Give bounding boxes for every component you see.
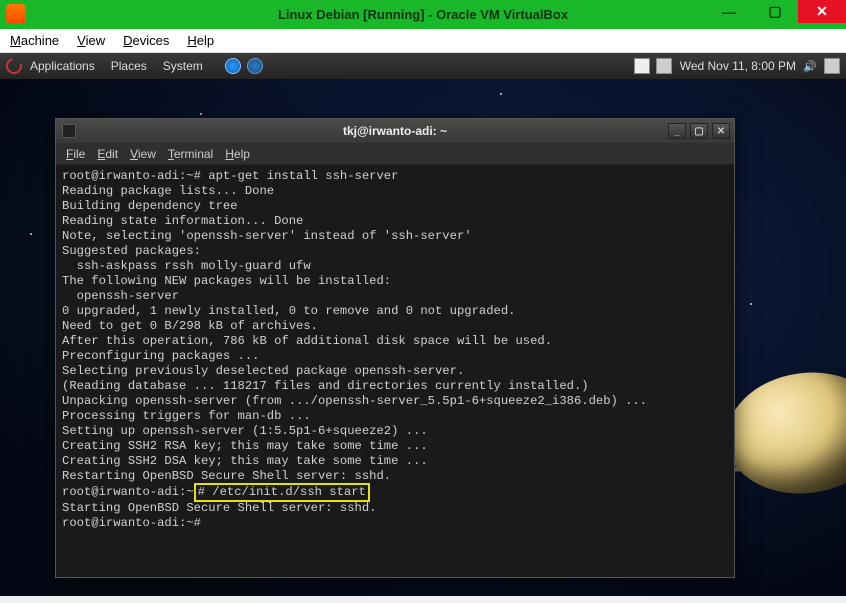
terminal-window[interactable]: tkj@irwanto-adi: ~ _ ▢ ✕ File Edit View … — [55, 118, 735, 578]
panel-clock[interactable]: Wed Nov 11, 8:00 PM — [680, 59, 796, 73]
menu-machine[interactable]: Machine — [10, 33, 59, 48]
panel-menu-system[interactable]: System — [163, 59, 203, 73]
guest-display: Applications Places System Wed Nov 11, 8… — [0, 53, 846, 596]
virtualbox-titlebar[interactable]: Linux Debian [Running] - Oracle VM Virtu… — [0, 0, 846, 29]
launcher-icon[interactable] — [247, 58, 263, 74]
virtualbox-window: Linux Debian [Running] - Oracle VM Virtu… — [0, 0, 846, 596]
volume-icon[interactable]: 🔊 — [802, 58, 818, 74]
virtualbox-title: Linux Debian [Running] - Oracle VM Virtu… — [278, 7, 568, 22]
terminal-minimize-button[interactable]: _ — [668, 123, 686, 139]
panel-menu-applications[interactable]: Applications — [30, 59, 95, 73]
window-controls: — ▢ ✕ — [706, 0, 846, 23]
terminal-menubar: File Edit View Terminal Help — [56, 143, 734, 165]
highlighted-command: # /etc/init.d/ssh start — [194, 483, 370, 502]
terminal-menu-edit[interactable]: Edit — [97, 147, 118, 161]
shutdown-icon[interactable] — [824, 58, 840, 74]
terminal-menu-help[interactable]: Help — [225, 147, 250, 161]
virtualbox-app-icon — [6, 4, 26, 24]
gnome-panel: Applications Places System Wed Nov 11, 8… — [0, 53, 846, 79]
browser-launcher-icon[interactable] — [225, 58, 241, 74]
virtualbox-menubar: Machine View Devices Help — [0, 29, 846, 53]
network-icon[interactable] — [656, 58, 672, 74]
terminal-close-button[interactable]: ✕ — [712, 123, 730, 139]
terminal-menu-file[interactable]: File — [66, 147, 85, 161]
terminal-output[interactable]: root@irwanto-adi:~# apt-get install ssh-… — [56, 165, 734, 577]
notification-icon[interactable] — [634, 58, 650, 74]
guest-desktop[interactable]: Applications Places System Wed Nov 11, 8… — [0, 53, 846, 596]
terminal-titlebar[interactable]: tkj@irwanto-adi: ~ _ ▢ ✕ — [56, 119, 734, 143]
menu-help[interactable]: Help — [187, 33, 214, 48]
minimize-button[interactable]: — — [706, 0, 752, 23]
close-button[interactable]: ✕ — [798, 0, 846, 23]
terminal-menu-terminal[interactable]: Terminal — [168, 147, 213, 161]
terminal-maximize-button[interactable]: ▢ — [690, 123, 708, 139]
terminal-title: tkj@irwanto-adi: ~ — [343, 124, 447, 138]
terminal-app-icon — [62, 124, 76, 138]
wallpaper-planet — [718, 362, 846, 503]
maximize-button[interactable]: ▢ — [752, 0, 798, 23]
terminal-menu-view[interactable]: View — [130, 147, 156, 161]
menu-devices[interactable]: Devices — [123, 33, 169, 48]
debian-swirl-icon[interactable] — [3, 55, 25, 77]
panel-menu-places[interactable]: Places — [111, 59, 147, 73]
menu-view[interactable]: View — [77, 33, 105, 48]
